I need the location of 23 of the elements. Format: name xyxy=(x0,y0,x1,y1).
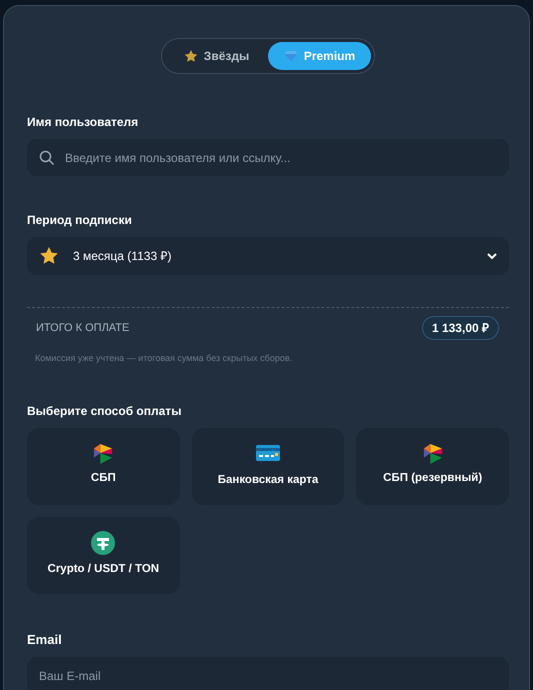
field-label: Период подписки xyxy=(27,212,133,229)
section-label: Выберите способ оплаты xyxy=(27,402,182,420)
search-icon xyxy=(39,150,55,166)
payment-option[interactable]: СБП xyxy=(27,428,180,504)
field-label: Email xyxy=(27,630,63,648)
star-icon xyxy=(39,246,59,266)
star-icon xyxy=(184,49,198,63)
payment-option[interactable]: СБП (резервный) xyxy=(356,428,509,504)
period-select[interactable]: 3 месяца (1133 ₽) xyxy=(27,237,509,275)
total-label: ИТОГО К ОПЛАТЕ xyxy=(36,320,130,336)
sbp-logo-icon xyxy=(93,444,114,464)
payment-option[interactable]: Банковская карта xyxy=(192,428,344,504)
payment-option[interactable]: Crypto / USDT / TON xyxy=(27,516,180,594)
sbp-logo-icon xyxy=(422,444,443,464)
username-input[interactable]: Введите имя пользователя или ссылку... xyxy=(65,148,497,166)
tab[interactable]: Звёзды xyxy=(165,42,268,70)
username-field[interactable]: Введите имя пользователя или ссылку... xyxy=(27,139,509,176)
diamond-icon xyxy=(284,49,298,63)
fee-note: Комиссия уже учтена — итоговая сумма без скрытых сборов. xyxy=(34,352,294,365)
chevron-down-icon xyxy=(487,252,497,260)
total-amount: 1 133,00 ₽ xyxy=(422,316,499,340)
field-label: Имя пользователя xyxy=(27,114,140,131)
tether-coin-icon xyxy=(91,531,116,556)
